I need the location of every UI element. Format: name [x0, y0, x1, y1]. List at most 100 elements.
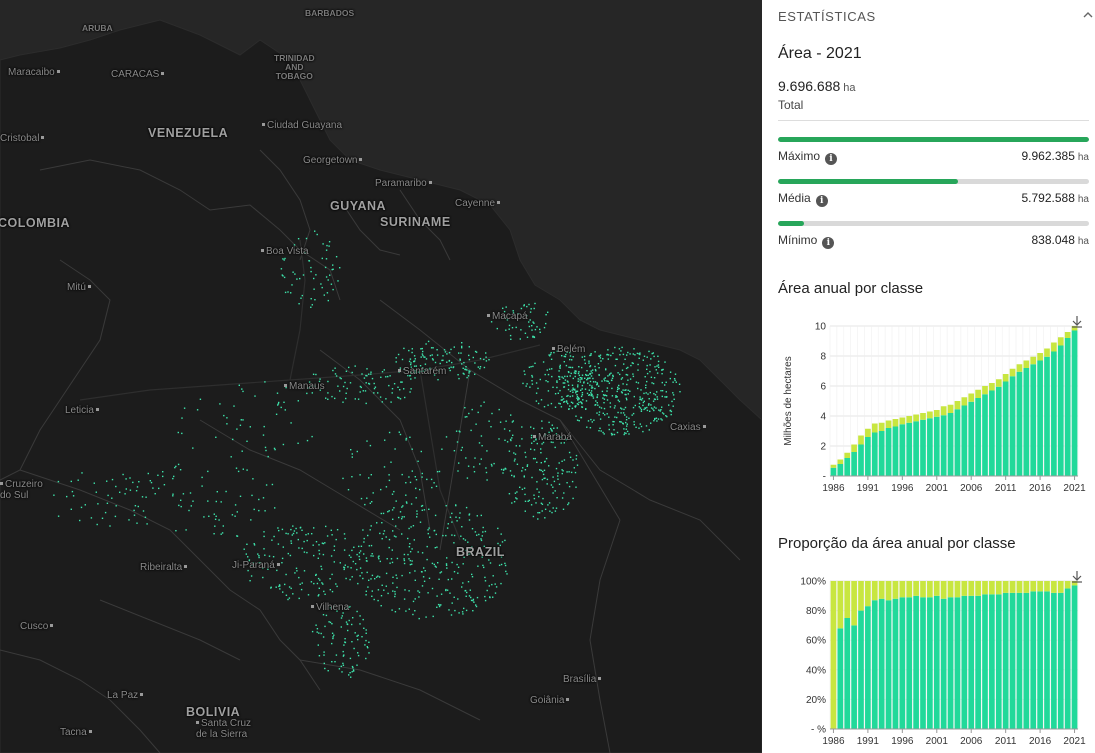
map-point — [561, 497, 564, 499]
map-point — [149, 480, 151, 482]
map-point — [382, 533, 385, 535]
map-point — [603, 398, 606, 400]
map-point — [429, 354, 432, 357]
map-point — [321, 582, 323, 584]
map-point — [472, 598, 475, 601]
map-point — [343, 533, 346, 535]
annual-proportion-chart[interactable]: - %20%40%60%80%100%1986 1991 1996 2001 2006 2… — [778, 567, 1093, 753]
map-point — [284, 257, 286, 260]
map-point — [294, 572, 296, 574]
map-point — [447, 578, 449, 581]
map-point — [488, 559, 490, 561]
map-point — [620, 350, 622, 352]
map-point — [192, 447, 194, 449]
map-point — [468, 346, 470, 348]
map-point — [337, 385, 339, 387]
map-point — [316, 628, 319, 630]
map-point — [580, 389, 582, 391]
map-point — [398, 397, 400, 399]
map-point — [363, 541, 365, 543]
annual-area-chart[interactable]: -2468101986 1991 1996 2001 2006 2011 2016 2021M… — [778, 312, 1093, 497]
map-point — [569, 358, 571, 361]
map-point — [540, 448, 542, 450]
map-point — [620, 412, 622, 414]
map-point — [639, 396, 641, 398]
map-point — [645, 384, 647, 386]
map-point — [513, 476, 515, 478]
map-point — [381, 522, 383, 524]
map-point — [432, 615, 434, 618]
x-tick-label: 2006 — [960, 736, 983, 747]
collapse-icon[interactable] — [1083, 10, 1093, 20]
map-view[interactable]: VENEZUELA GUYANA SURINAME COLOMBIA BRAZIL BOL… — [0, 0, 762, 753]
bar-class-2 — [1037, 581, 1043, 592]
map-point — [620, 378, 623, 380]
map-point — [394, 593, 396, 595]
map-point — [588, 389, 590, 391]
map-point — [319, 378, 321, 380]
map-point — [425, 358, 428, 360]
map-point — [455, 504, 457, 506]
info-icon[interactable]: i — [822, 237, 835, 249]
map-point — [57, 515, 60, 517]
map-point — [622, 383, 624, 385]
map-point — [395, 525, 397, 527]
map-point — [617, 411, 619, 414]
map-point — [550, 402, 553, 405]
map-point — [144, 516, 147, 518]
stat-avg-label: Média i — [778, 191, 828, 207]
map-point — [199, 398, 202, 400]
map-point — [504, 564, 507, 567]
map-canvas[interactable] — [0, 0, 762, 753]
map-point — [288, 586, 291, 588]
map-point — [222, 525, 224, 527]
panel-header: ESTATÍSTICAS — [778, 9, 876, 24]
map-point — [328, 621, 330, 623]
map-point — [414, 377, 416, 379]
y-tick-label: 8 — [820, 352, 826, 363]
map-point — [652, 382, 655, 385]
map-point — [368, 641, 370, 643]
map-point — [377, 575, 379, 577]
map-point — [586, 426, 588, 428]
map-point — [583, 359, 586, 361]
map-point — [368, 545, 370, 547]
map-point — [623, 433, 625, 436]
map-point — [428, 508, 430, 510]
map-point — [401, 533, 403, 535]
map-point — [114, 515, 117, 518]
map-point — [589, 365, 591, 368]
download-icon[interactable] — [1072, 571, 1082, 583]
map-point — [589, 380, 592, 383]
map-point — [665, 381, 667, 383]
map-point — [395, 574, 397, 576]
map-point — [321, 286, 323, 289]
map-point — [290, 542, 293, 544]
map-point — [402, 505, 404, 507]
map-point — [354, 398, 356, 400]
map-point — [275, 586, 277, 588]
map-point — [258, 509, 260, 512]
map-point — [403, 516, 405, 518]
info-icon[interactable]: i — [815, 195, 828, 207]
map-point — [401, 518, 403, 520]
map-point — [421, 476, 423, 478]
map-point — [593, 419, 595, 421]
info-icon[interactable]: i — [825, 153, 838, 165]
map-point — [578, 374, 581, 377]
map-point — [359, 575, 361, 577]
map-point — [258, 556, 260, 559]
stat-avg: Média i 5.792.588 ha — [778, 179, 1089, 209]
map-point — [420, 348, 422, 350]
download-icon[interactable] — [1072, 316, 1082, 328]
map-point — [393, 383, 396, 385]
map-point — [650, 404, 652, 406]
map-point — [577, 399, 579, 401]
map-point — [592, 381, 595, 383]
map-point — [590, 390, 593, 392]
map-point — [591, 393, 593, 395]
x-tick-label: 2021 — [1063, 483, 1086, 494]
map-point — [629, 353, 631, 355]
map-point — [410, 378, 412, 380]
map-point — [599, 418, 602, 420]
